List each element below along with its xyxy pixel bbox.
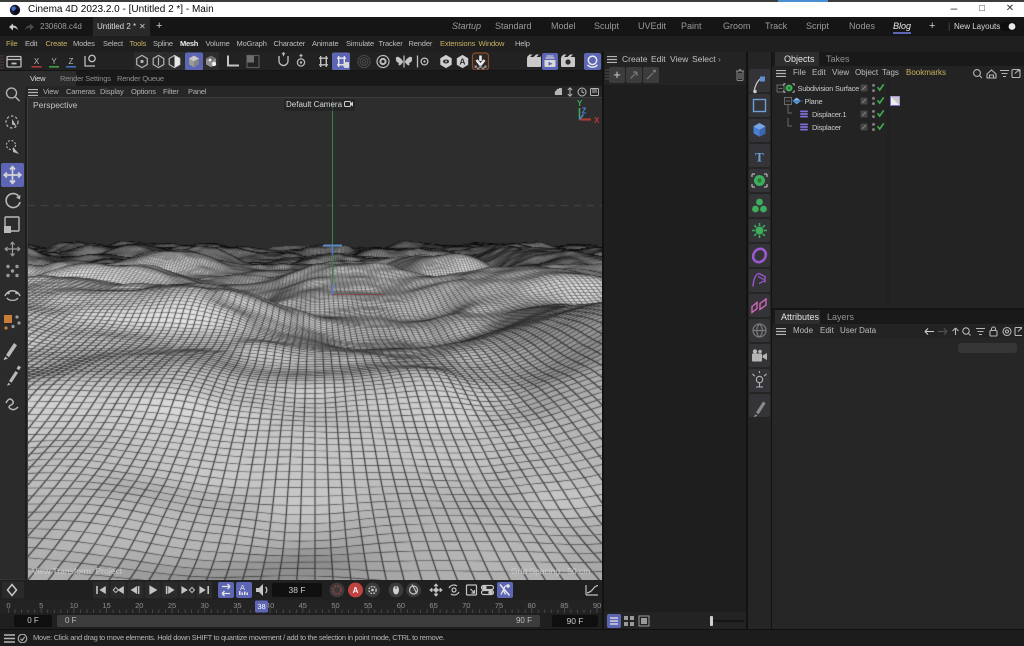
svg-text:38 F: 38 F — [288, 585, 305, 595]
svg-text:A: A — [459, 57, 465, 67]
svg-text:Y: Y — [51, 57, 57, 66]
svg-text:Displacer.1: Displacer.1 — [812, 110, 846, 119]
svg-text:A: A — [353, 586, 359, 595]
svg-text:38: 38 — [257, 602, 265, 611]
svg-text:Z: Z — [582, 107, 587, 116]
svg-text:Plane: Plane — [805, 97, 823, 106]
svg-text:X: X — [594, 116, 600, 125]
svg-text:Z: Z — [69, 57, 74, 66]
svg-text:Displacer: Displacer — [812, 123, 842, 132]
svg-text:T: T — [755, 150, 764, 165]
svg-text:X: X — [34, 57, 40, 66]
svg-text:Subdivision Surface: Subdivision Surface — [798, 84, 860, 93]
svg-text:A: A — [240, 583, 245, 592]
